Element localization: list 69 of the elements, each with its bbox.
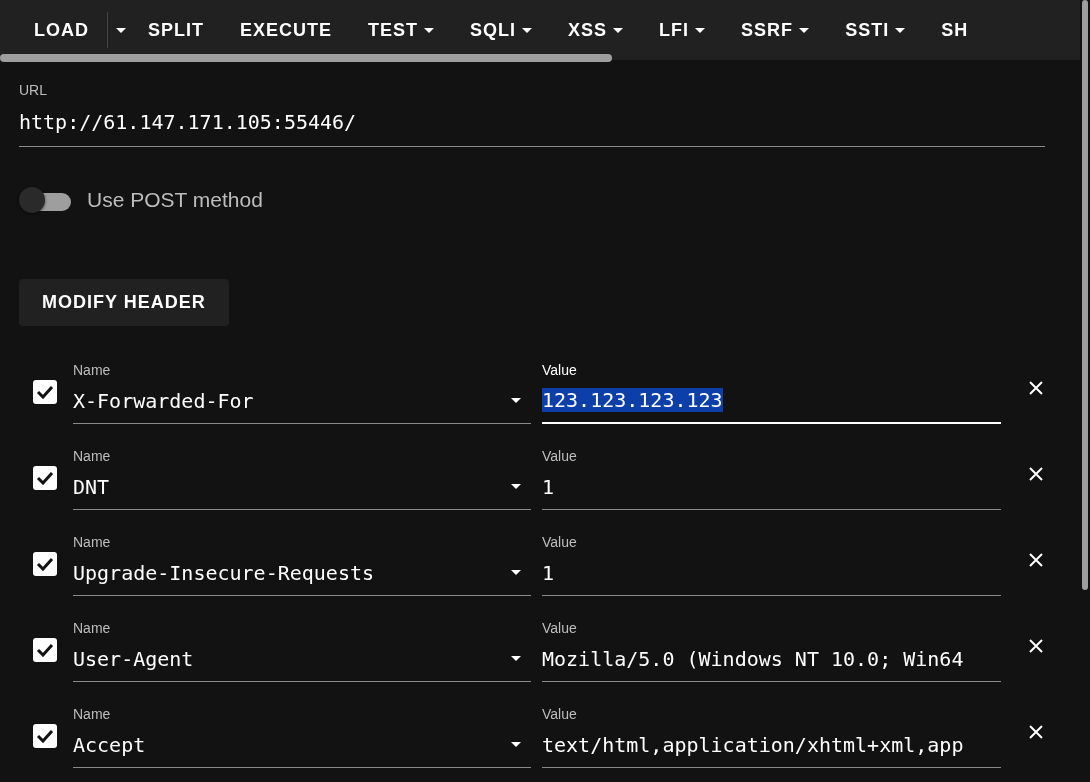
value-input-field[interactable]: 123.123.123.123 — [542, 378, 1001, 424]
dropdown-caret-icon — [511, 570, 521, 575]
toolbar-menu-button[interactable]: SSRF — [723, 11, 828, 49]
checkmark-icon — [36, 557, 54, 571]
caret-icon — [895, 27, 906, 33]
checkbox[interactable] — [33, 380, 57, 404]
field-label: Value — [542, 534, 578, 550]
dropdown-caret-icon — [511, 656, 521, 661]
toolbar-button[interactable]: SPLIT — [130, 11, 222, 49]
close-icon — [1028, 638, 1044, 654]
toolbar-button[interactable]: SH — [923, 11, 987, 49]
field-label: Name — [73, 534, 112, 550]
name-select-field[interactable]: DNT — [73, 464, 531, 510]
toolbar-menu-button[interactable]: SQLI — [452, 11, 551, 49]
close-icon — [1028, 466, 1044, 482]
field-label: Name — [73, 620, 112, 636]
close-icon — [1028, 380, 1044, 396]
checkbox[interactable] — [33, 724, 57, 748]
name-select-field[interactable]: User-Agent — [73, 636, 531, 682]
toolbar-button[interactable]: LOAD — [16, 11, 107, 49]
name-select-field[interactable]: Upgrade-Insecure-Requests — [73, 550, 531, 596]
close-button[interactable] — [1028, 466, 1044, 482]
caret-icon — [522, 27, 533, 33]
field-label: Name — [73, 362, 112, 378]
field-label: Value — [542, 620, 578, 636]
close-button[interactable] — [1028, 380, 1044, 396]
caret-icon — [424, 27, 435, 33]
toolbar-menu-button[interactable]: XSS — [550, 11, 642, 49]
caret-icon — [695, 27, 706, 33]
value-input-field[interactable]: text/html,application/xhtml+xml,app — [542, 722, 1001, 768]
scrollbar-thumb[interactable] — [0, 54, 612, 62]
caret-icon — [116, 27, 126, 33]
checkbox[interactable] — [33, 552, 57, 576]
close-button[interactable] — [1028, 724, 1044, 740]
scrollbar-thumb[interactable] — [1082, 0, 1088, 590]
value-input-field[interactable]: 1 — [542, 550, 1001, 596]
toolbar-button[interactable]: EXECUTE — [222, 11, 351, 49]
field-label: URL — [19, 82, 48, 98]
checkmark-icon — [36, 729, 54, 743]
value-input-field[interactable]: 1 — [542, 464, 1001, 510]
caret-icon — [613, 27, 624, 33]
checkmark-icon — [36, 643, 54, 657]
switch-label: Use POST method — [87, 188, 263, 212]
caret-icon — [799, 27, 810, 33]
field-label: Value — [542, 448, 578, 464]
checkbox[interactable] — [33, 638, 57, 662]
field-label: Value — [542, 362, 578, 378]
url-field[interactable]: http://61.147.171.105:55446/ — [19, 100, 1045, 147]
checkmark-icon — [36, 385, 54, 399]
toolbar-menu-button[interactable]: TEST — [350, 11, 453, 49]
name-select-field[interactable]: X-Forwarded-For — [73, 378, 531, 424]
dropdown-caret-icon — [511, 742, 521, 747]
field-label: Name — [73, 706, 112, 722]
modify-header-button[interactable]: MODIFY HEADER — [19, 279, 229, 326]
close-icon — [1028, 552, 1044, 568]
dropdown-caret-icon — [511, 398, 521, 403]
close-button[interactable] — [1028, 638, 1044, 654]
checkmark-icon — [36, 471, 54, 485]
dropdown-caret-icon — [511, 484, 521, 489]
checkbox[interactable] — [33, 466, 57, 490]
close-icon — [1028, 724, 1044, 740]
toolbar-menu-button[interactable]: SSTI — [827, 11, 924, 49]
field-label: Value — [542, 706, 578, 722]
close-button[interactable] — [1028, 552, 1044, 568]
value-input-field[interactable]: Mozilla/5.0 (Windows NT 10.0; Win64 — [542, 636, 1001, 682]
toggle-switch[interactable] — [19, 187, 71, 213]
name-select-field[interactable]: Accept — [73, 722, 531, 768]
toolbar-menu-button[interactable]: LFI — [641, 11, 724, 49]
field-label: Name — [73, 448, 112, 464]
